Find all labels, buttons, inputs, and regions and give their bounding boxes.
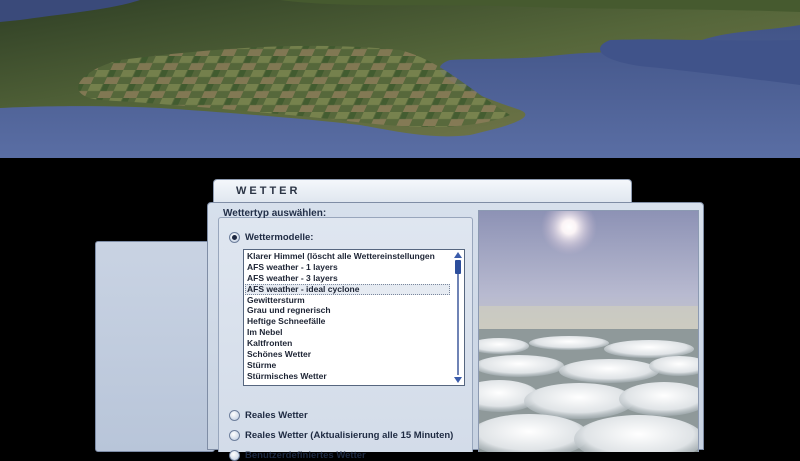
custom-weather-radio[interactable]: Benutzerdefiniertes Wetter (229, 450, 366, 461)
list-item[interactable]: Stürme (245, 360, 450, 371)
list-item[interactable]: Schönes Wetter (245, 349, 450, 360)
weather-type-group: Wettermodelle: Klarer Himmel (löscht all… (218, 217, 473, 461)
weather-themes-list[interactable]: Klarer Himmel (löscht alle Wettereinstel… (243, 249, 465, 386)
radio-checked-icon[interactable] (229, 232, 240, 243)
list-item[interactable]: Kaltfronten (245, 338, 450, 349)
custom-weather-label: Benutzerdefiniertes Wetter (245, 450, 366, 461)
list-item[interactable]: AFS weather - 3 layers (245, 273, 450, 284)
real-weather-radio[interactable]: Reales Wetter (229, 410, 308, 421)
scroll-track[interactable] (457, 260, 459, 375)
scroll-down-icon[interactable] (454, 377, 462, 383)
list-item[interactable]: Stürmisches Wetter (245, 371, 450, 382)
list-item[interactable]: Heftige Schneefälle (245, 316, 450, 327)
weather-models-radio[interactable]: Wettermodelle: (229, 232, 313, 243)
list-item[interactable]: Gewittersturm (245, 295, 450, 306)
list-item[interactable]: AFS weather - 1 layers (245, 262, 450, 273)
radio-unchecked-icon[interactable] (229, 450, 240, 461)
list-items: Klarer Himmel (löscht alle Wettereinstel… (245, 251, 450, 382)
weather-preview-image (478, 210, 699, 452)
side-panel (95, 241, 215, 452)
real-weather-update-radio[interactable]: Reales Wetter (Aktualisierung alle 15 Mi… (229, 430, 453, 441)
radio-unchecked-icon[interactable] (229, 430, 240, 441)
list-item[interactable]: Klarer Himmel (löscht alle Wettereinstel… (245, 251, 450, 262)
weather-dialog: Wettermodelle: Klarer Himmel (löscht all… (207, 202, 704, 461)
list-item[interactable]: Grau und regnerisch (245, 305, 450, 316)
list-item[interactable]: Im Nebel (245, 327, 450, 338)
real-weather-label: Reales Wetter (245, 410, 308, 421)
section-label: Wettertyp auswählen: (223, 208, 327, 219)
weather-models-label: Wettermodelle: (245, 232, 314, 243)
real-weather-update-label: Reales Wetter (Aktualisierung alle 15 Mi… (245, 430, 454, 441)
aerial-scenery (0, 0, 800, 158)
scroll-up-icon[interactable] (454, 252, 462, 258)
dialog-title: WETTER (236, 185, 301, 197)
dialog-title-tab: WETTER (213, 179, 632, 203)
list-scrollbar[interactable] (454, 252, 462, 383)
scroll-thumb[interactable] (455, 260, 461, 274)
radio-unchecked-icon[interactable] (229, 410, 240, 421)
list-item[interactable]: AFS weather - ideal cyclone (245, 283, 450, 295)
